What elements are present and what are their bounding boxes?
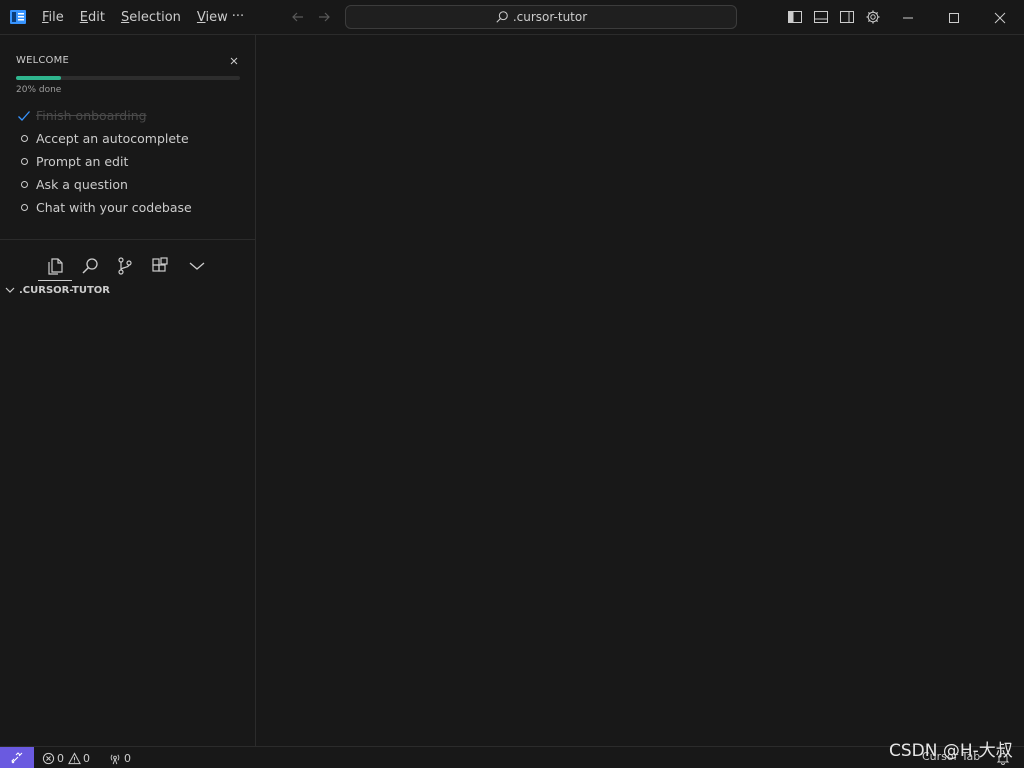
close-icon (994, 12, 1006, 23)
chevron-down-icon (5, 287, 15, 293)
explorer-tab[interactable] (38, 251, 72, 281)
remote-icon (11, 752, 23, 764)
maximize-button[interactable] (931, 0, 977, 35)
gear-icon[interactable] (865, 9, 881, 25)
activity-bar (0, 245, 255, 281)
source-control-icon (118, 257, 132, 275)
toggle-secondary-sidebar-icon[interactable] (839, 9, 855, 25)
menu-selection[interactable]: Selection (113, 0, 189, 35)
close-window-button[interactable] (977, 0, 1023, 35)
chevron-down-icon (189, 262, 205, 270)
command-center-search[interactable]: .cursor-tutor (345, 5, 737, 29)
forward-arrow-icon[interactable] (316, 9, 332, 25)
task-ask-question[interactable]: Ask a question (16, 173, 246, 196)
problems-indicator[interactable]: 0 0 (42, 747, 90, 768)
menu-bar: File Edit Selection View (34, 0, 236, 35)
sidebar: WELCOME 20% done Finish onboarding Accep… (0, 35, 256, 746)
welcome-panel: WELCOME 20% done Finish onboarding Accep… (0, 35, 255, 240)
menu-file[interactable]: File (34, 0, 72, 35)
menu-edit[interactable]: Edit (72, 0, 113, 35)
task-chat-codebase[interactable]: Chat with your codebase (16, 196, 246, 219)
task-accept-autocomplete[interactable]: Accept an autocomplete (16, 127, 246, 150)
app-logo-icon (10, 10, 26, 24)
watermark-text: CSDN @H-大叔 (889, 741, 1013, 761)
welcome-title: WELCOME (16, 55, 69, 66)
warning-icon (68, 751, 81, 764)
files-icon (48, 257, 63, 275)
extensions-icon (152, 257, 168, 272)
minimize-icon (903, 17, 913, 18)
broadcast-icon (110, 753, 120, 764)
title-bar: File Edit Selection View ··· .cursor-tut… (0, 0, 1024, 35)
circle-icon (16, 154, 32, 170)
progress-text: 20% done (16, 85, 62, 95)
status-bar: 0 0 0 Cursor Tab (0, 746, 1024, 768)
extensions-tab[interactable] (143, 251, 177, 281)
close-icon[interactable] (228, 55, 240, 67)
editor-area (256, 35, 1024, 746)
minimize-button[interactable] (885, 0, 931, 35)
back-arrow-icon[interactable] (290, 9, 306, 25)
onboarding-task-list: Finish onboarding Accept an autocomplete… (16, 104, 246, 219)
explorer-folder-header[interactable]: .CURSOR-TUTOR (4, 283, 110, 297)
remote-indicator-button[interactable] (0, 747, 34, 768)
search-tab[interactable] (73, 251, 107, 281)
task-prompt-edit[interactable]: Prompt an edit (16, 150, 246, 173)
checkmark-icon (16, 108, 32, 124)
search-icon (496, 11, 508, 23)
circle-icon (16, 200, 32, 216)
progress-fill (16, 76, 61, 80)
search-icon (82, 258, 98, 274)
source-control-tab[interactable] (108, 251, 142, 281)
maximize-icon (949, 12, 959, 23)
circle-icon (16, 177, 32, 193)
onboarding-progress-bar (16, 76, 240, 80)
error-icon (42, 752, 55, 764)
toggle-panel-icon[interactable] (813, 9, 829, 25)
menu-more-button[interactable]: ··· (228, 0, 248, 35)
task-finish-onboarding[interactable]: Finish onboarding (16, 104, 246, 127)
circle-icon (16, 131, 32, 147)
toggle-primary-sidebar-icon[interactable] (787, 9, 803, 25)
ports-indicator[interactable]: 0 (108, 747, 131, 768)
more-views-button[interactable] (180, 251, 214, 281)
